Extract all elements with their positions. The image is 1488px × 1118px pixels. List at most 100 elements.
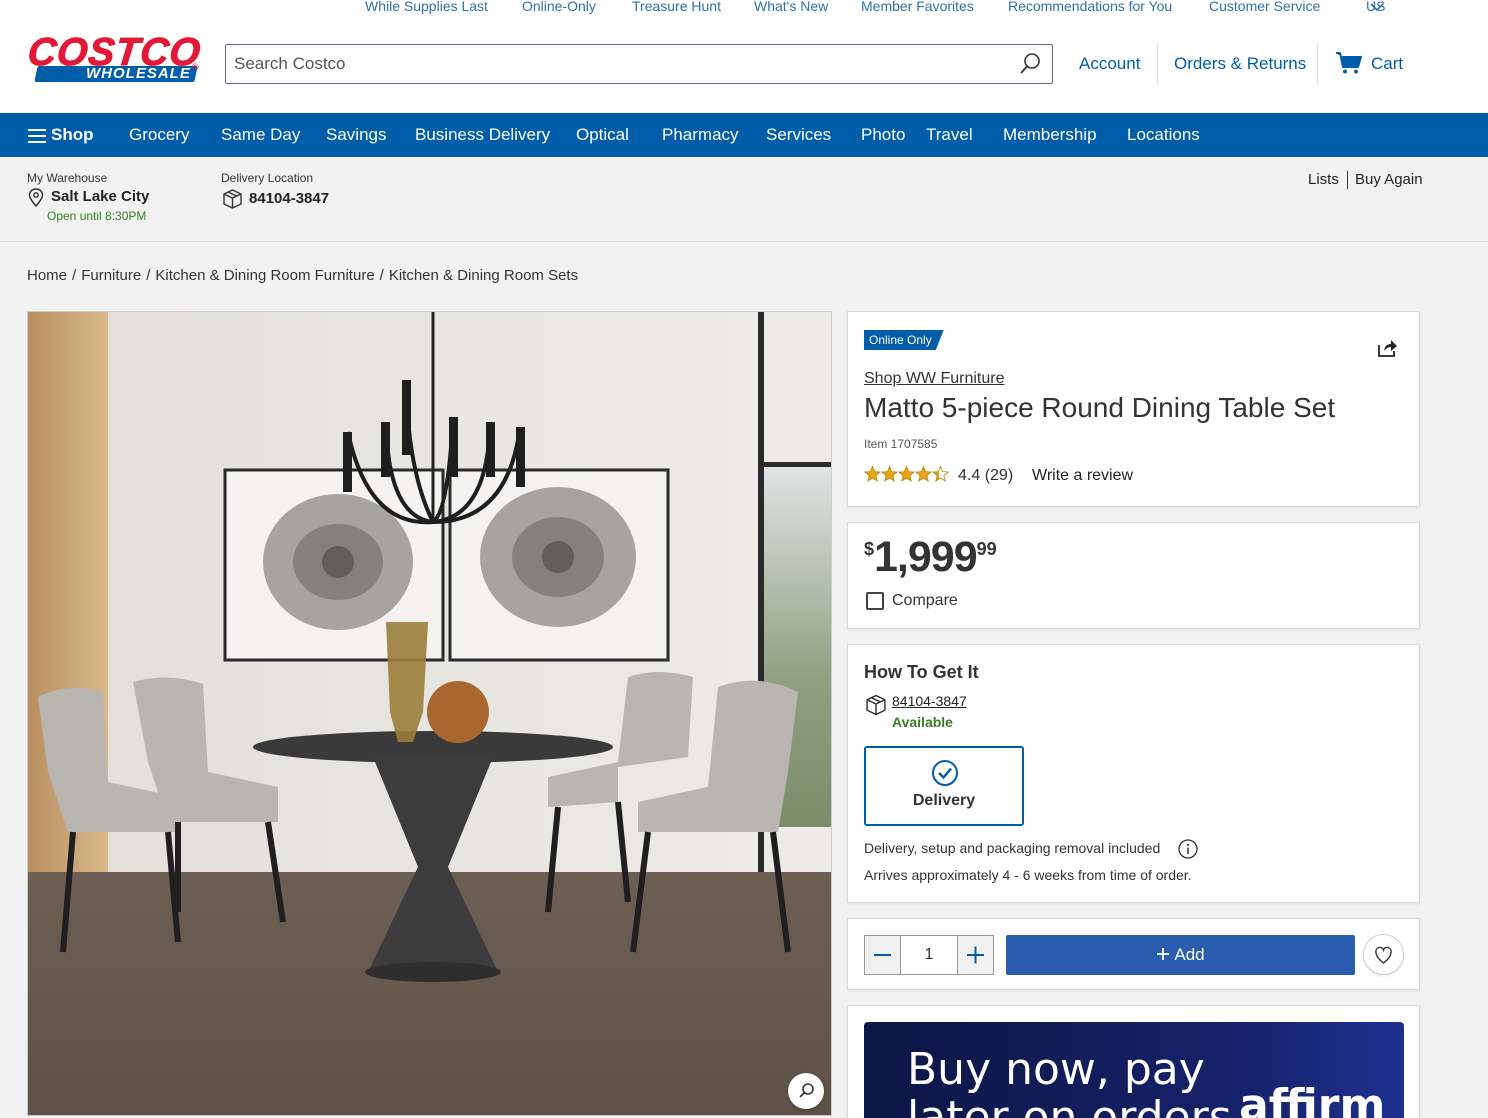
search-input[interactable] [226,45,1006,83]
arrival-note: Arrives approximately 4 - 6 weeks from t… [864,867,1192,883]
affirm-banner[interactable]: Buy now, pay later on orders affirm [864,1022,1404,1118]
util-link-member-favorites[interactable]: Member Favorites [861,0,974,14]
zoom-button[interactable] [788,1073,824,1109]
minus-icon [874,954,891,956]
star-rating-icon[interactable] [864,465,950,483]
how-to-get-it-heading: How To Get It [864,662,979,682]
plus-icon [1157,948,1170,960]
nav-membership[interactable]: Membership [1003,125,1097,145]
nav-savings[interactable]: Savings [326,125,386,145]
nav-locations[interactable]: Locations [1127,125,1200,145]
buy-again-link[interactable]: Buy Again [1355,171,1423,188]
availability-status: Available [892,714,953,730]
write-review-link[interactable]: Write a review [1032,467,1133,485]
breadcrumb-home[interactable]: Home [27,267,67,284]
delivery-note: Delivery, setup and packaging removal in… [864,840,1161,856]
account-link[interactable]: Account [1079,54,1140,74]
nav-services[interactable]: Services [766,125,831,145]
breadcrumb-furniture[interactable]: Furniture [81,267,141,284]
affirm-headline: Buy now, pay later on orders [907,1044,1232,1118]
info-icon[interactable] [1178,839,1198,859]
util-link-recommendations[interactable]: Recommendations for You [1008,0,1172,14]
delivery-location-label: Delivery Location [221,171,314,185]
dining-set-photo [28,312,831,1115]
util-link-customer-service[interactable]: Customer Service [1209,0,1320,14]
nav-same-day[interactable]: Same Day [221,125,300,145]
magnifier-icon [799,1083,814,1098]
affirm-card: Buy now, pay later on orders affirm [847,1005,1420,1118]
logo-registered: ® [192,62,199,72]
price-card: $1,99999 Compare [847,522,1420,629]
country-selector[interactable]: US [1366,0,1386,14]
nav-travel[interactable]: Travel [926,125,973,145]
cart-link[interactable]: Cart [1371,54,1403,74]
item-number: Item 1707585 [864,437,938,451]
quantity-input[interactable]: 1 [900,935,958,975]
search-box [225,44,1053,84]
delivery-zip-link[interactable]: 84104-3847 [892,693,967,709]
star-icon [914,465,933,482]
utility-links: While Supplies Last Online-Only Treasure… [0,0,1488,18]
location-bar: My Warehouse Salt Lake City Open until 8… [0,157,1488,242]
warehouse-name[interactable]: Salt Lake City [51,188,149,205]
add-button-label: Add [1174,945,1205,964]
costco-logo[interactable]: COSTCO WHOLESALE ® [25,31,204,86]
warehouse-hours: Open until 8:30PM [47,209,147,223]
site-header: While Supplies Last Online-Only Treasure… [0,0,1488,113]
brand-link[interactable]: Shop WW Furniture [864,370,1004,388]
price-cents: 99 [976,539,997,559]
quantity-decrease-button[interactable] [864,935,901,975]
breadcrumb-kitchen-dining-sets[interactable]: Kitchen & Dining Room Sets [389,267,578,284]
hamburger-menu-icon[interactable] [28,129,46,143]
search-icon[interactable] [1018,52,1042,76]
main-nav: Shop Grocery Same Day Savings Business D… [0,113,1488,157]
logo-subtext: WHOLESALE [86,65,191,82]
nav-pharmacy[interactable]: Pharmacy [662,125,739,145]
orders-returns-link[interactable]: Orders & Returns [1174,54,1306,74]
compare-label[interactable]: Compare [892,592,958,610]
quantity-increase-button[interactable] [957,935,994,975]
plus-icon [967,946,984,964]
nav-optical[interactable]: Optical [576,125,629,145]
box-icon [866,694,886,716]
fulfillment-card: How To Get It 84104-3847 Available Deliv… [847,644,1420,903]
add-to-cart-button[interactable]: Add [1006,935,1355,975]
cart-icon[interactable] [1335,51,1363,75]
delivery-option[interactable]: Delivery [864,746,1024,826]
online-only-badge: Online Only [864,330,944,350]
star-icon [897,465,916,482]
product-image[interactable] [27,311,832,1116]
price: $1,99999 [864,533,997,582]
product-info-card: Online Only Shop WW Furniture Matto 5-pi… [847,311,1420,507]
util-link-treasure-hunt[interactable]: Treasure Hunt [632,0,721,14]
add-to-cart-card: 1 Add [847,918,1420,990]
favorite-button[interactable] [1363,934,1404,975]
nav-shop[interactable]: Shop [51,125,94,145]
nav-grocery[interactable]: Grocery [129,125,189,145]
star-icon [880,465,899,482]
header-divider [1317,44,1318,84]
check-circle-icon [932,760,958,786]
box-icon [223,189,242,209]
util-link-online-only[interactable]: Online-Only [522,0,596,14]
delivery-option-label: Delivery [912,792,976,809]
rating-count[interactable]: 4.4 (29) [958,467,1013,485]
breadcrumb-kitchen-dining-furniture[interactable]: Kitchen & Dining Room Furniture [155,267,374,284]
lists-link[interactable]: Lists [1308,171,1339,188]
util-link-while-supplies-last[interactable]: While Supplies Last [365,0,488,14]
share-icon[interactable] [1376,337,1398,359]
compare-checkbox[interactable] [866,592,884,610]
header-divider [1157,44,1158,84]
breadcrumb: Home / Furniture / Kitchen & Dining Room Fur… [27,267,579,284]
product-title: Matto 5-piece Round Dining Table Set [864,392,1336,423]
util-link-whats-new[interactable]: What's New [754,0,828,14]
nav-business-delivery[interactable]: Business Delivery [415,125,550,145]
star-icon [864,465,882,482]
country-label: US [1366,0,1386,14]
delivery-zip[interactable]: 84104-3847 [249,190,329,207]
location-pin-icon [28,188,44,207]
heart-icon [1375,946,1392,964]
star-icon [931,465,950,482]
affirm-logo: affirm [1239,1080,1386,1118]
nav-photo[interactable]: Photo [861,125,905,145]
